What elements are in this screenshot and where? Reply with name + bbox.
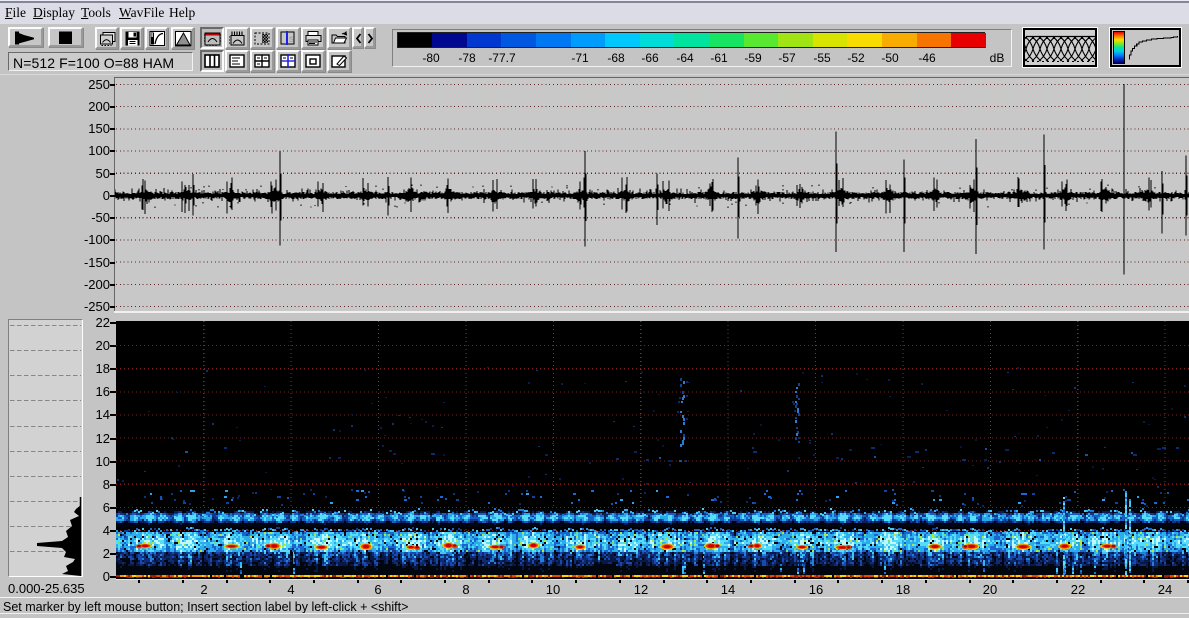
svg-text:s: s	[289, 34, 294, 45]
